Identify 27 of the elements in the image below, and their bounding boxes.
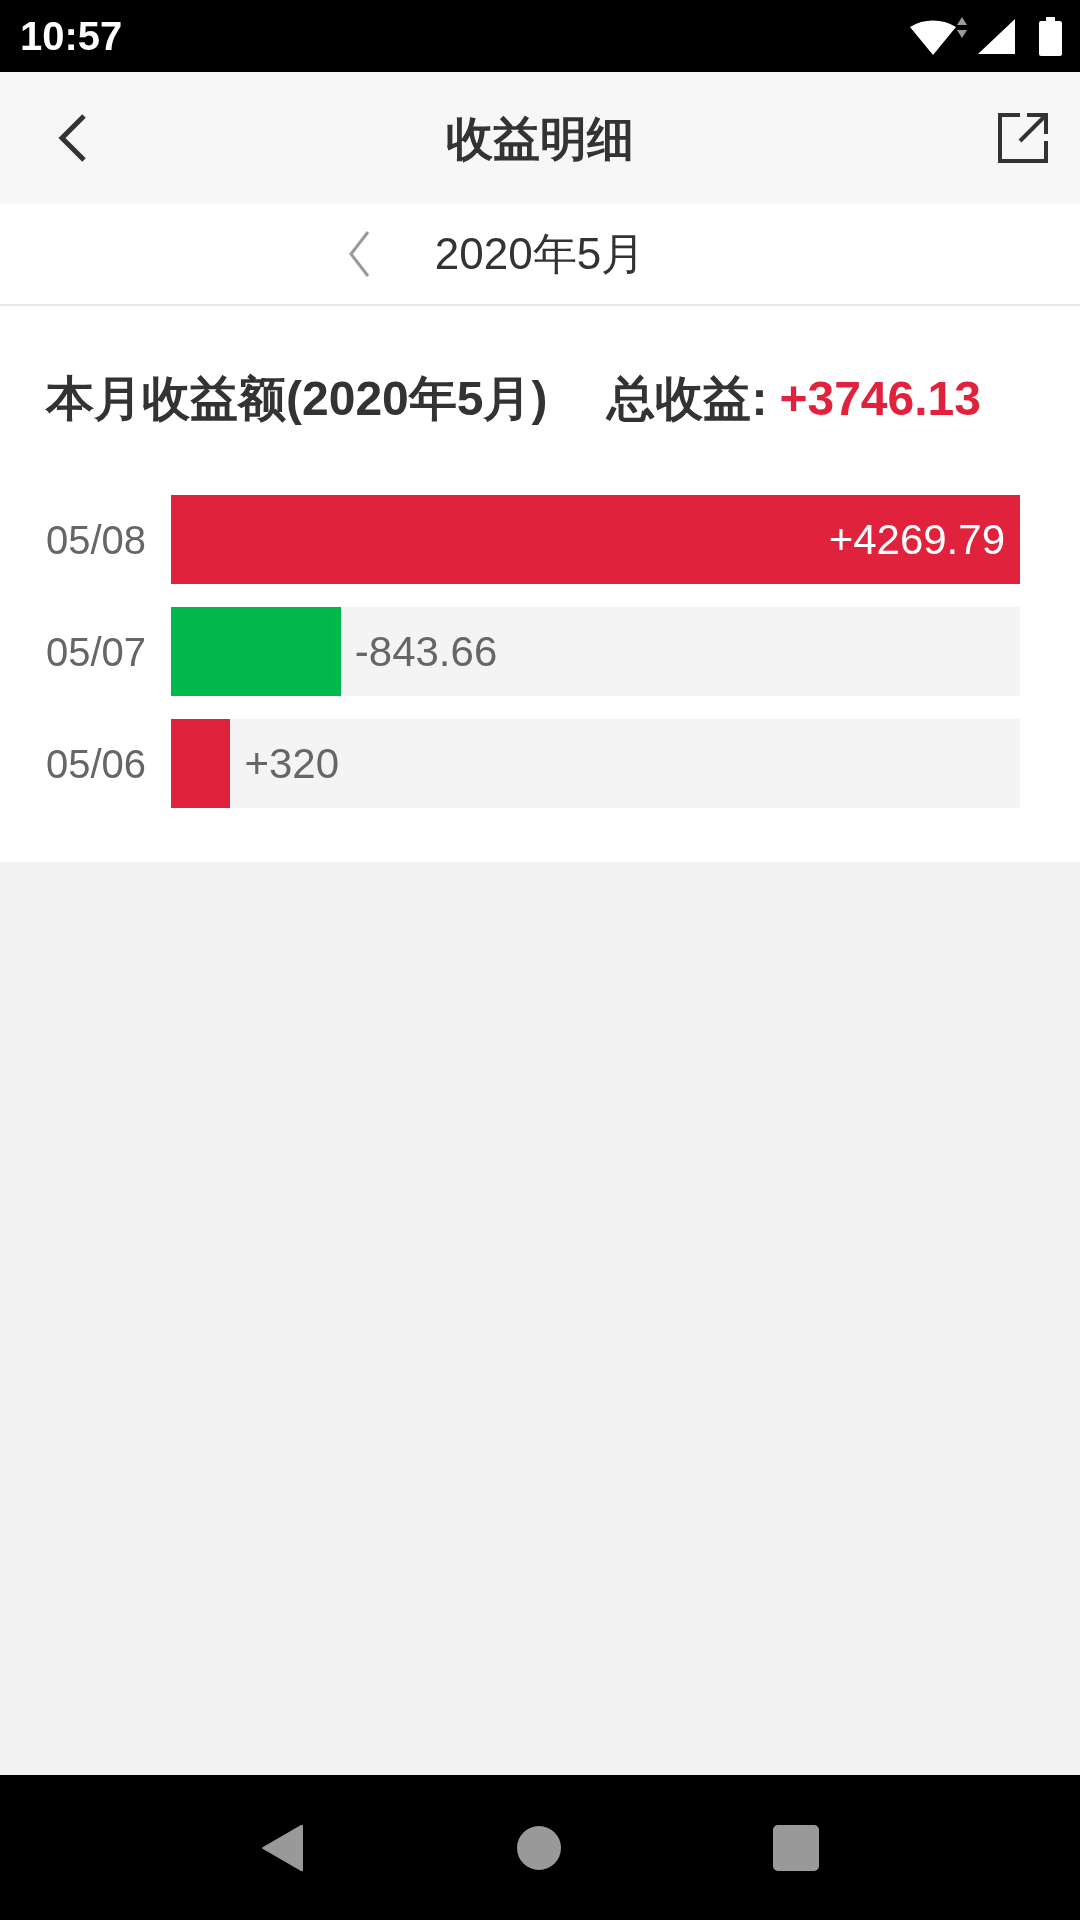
month-label: 2020年5月 [434, 232, 646, 276]
back-icon [56, 113, 88, 163]
amount-label: -843.66 [354, 630, 498, 673]
status-time: 10:57 [20, 16, 123, 56]
share-button[interactable] [998, 113, 1048, 163]
back-triangle-icon [261, 1823, 305, 1872]
back-button[interactable] [56, 113, 88, 163]
circle-icon [517, 1825, 561, 1870]
previous-month-button[interactable] [346, 230, 371, 278]
wifi-icon [910, 17, 970, 55]
date-label: 05/06 [46, 743, 148, 784]
page-title: 收益明细 [445, 114, 635, 162]
total-label: 总收益: [607, 371, 768, 427]
share-icon [998, 113, 1048, 163]
date-label: 05/08 [46, 519, 148, 560]
home-button[interactable] [517, 1825, 561, 1870]
amount-label: +4269.79 [828, 518, 1006, 561]
signal-icon [978, 18, 1015, 54]
nav-back-button[interactable] [261, 1823, 305, 1872]
square-icon [773, 1824, 819, 1871]
recents-button[interactable] [773, 1824, 819, 1871]
summary-title: 本月收益额(2020年5月) [46, 371, 548, 427]
amount-label: +320 [244, 742, 340, 785]
date-label: 05/07 [46, 631, 148, 672]
battery-icon [1039, 16, 1062, 56]
chevron-left-icon [346, 230, 371, 278]
total-value: +3746.13 [779, 371, 981, 427]
